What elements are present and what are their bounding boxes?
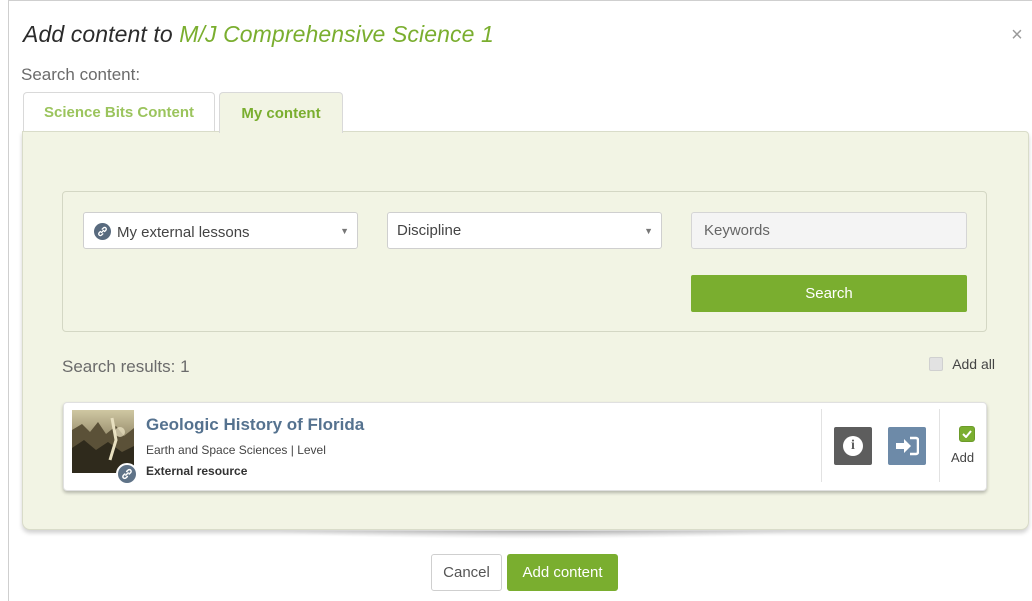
add-all-control[interactable]: Add all (929, 356, 995, 372)
search-results-count: Search results: 1 (62, 357, 190, 376)
add-all-label: Add all (952, 356, 995, 372)
open-icon (896, 436, 919, 456)
close-icon[interactable]: × (1008, 25, 1026, 45)
cancel-button[interactable]: Cancel (431, 554, 502, 591)
result-card: Geologic History of Florida Earth and Sp… (63, 402, 987, 491)
add-content-dialog: Add content to M/J Comprehensive Science… (8, 0, 1032, 601)
chevron-down-icon: ▼ (644, 226, 653, 236)
link-icon (116, 463, 138, 485)
add-checkbox[interactable] (959, 426, 975, 442)
add-content-button[interactable]: Add content (507, 554, 618, 591)
open-button[interactable] (888, 427, 926, 465)
lessons-select[interactable]: My external lessons ▼ (83, 212, 358, 249)
search-filters: My external lessons ▼ Discipline ▼ Searc… (62, 191, 987, 332)
search-content-label: Search content: (21, 65, 141, 84)
search-button[interactable]: Search (691, 275, 967, 312)
discipline-select[interactable]: Discipline ▼ (387, 212, 662, 249)
lessons-select-value: My external lessons (117, 224, 250, 241)
add-label: Add (951, 450, 975, 465)
link-icon (94, 223, 111, 240)
my-content-panel: My external lessons ▼ Discipline ▼ Searc… (22, 131, 1029, 530)
result-title-link[interactable]: Geologic History of Florida (146, 415, 364, 435)
chevron-down-icon: ▼ (340, 226, 349, 236)
tab-science-bits-content[interactable]: Science Bits Content (23, 92, 215, 132)
result-subtitle: Earth and Space Sciences | Level (146, 443, 326, 457)
discipline-select-value: Discipline (397, 222, 462, 239)
panel-shadow (269, 531, 799, 539)
info-icon: i (843, 436, 863, 456)
course-name: M/J Comprehensive Science 1 (179, 21, 494, 47)
check-icon (962, 430, 972, 438)
add-all-checkbox[interactable] (929, 357, 944, 371)
tab-my-content[interactable]: My content (219, 92, 343, 133)
result-type: External resource (146, 464, 248, 478)
divider (821, 409, 822, 482)
dialog-title: Add content to M/J Comprehensive Science… (23, 21, 494, 48)
divider (939, 409, 940, 482)
title-prefix: Add content to (23, 21, 180, 47)
info-button[interactable]: i (834, 427, 872, 465)
keywords-input[interactable] (691, 212, 967, 249)
